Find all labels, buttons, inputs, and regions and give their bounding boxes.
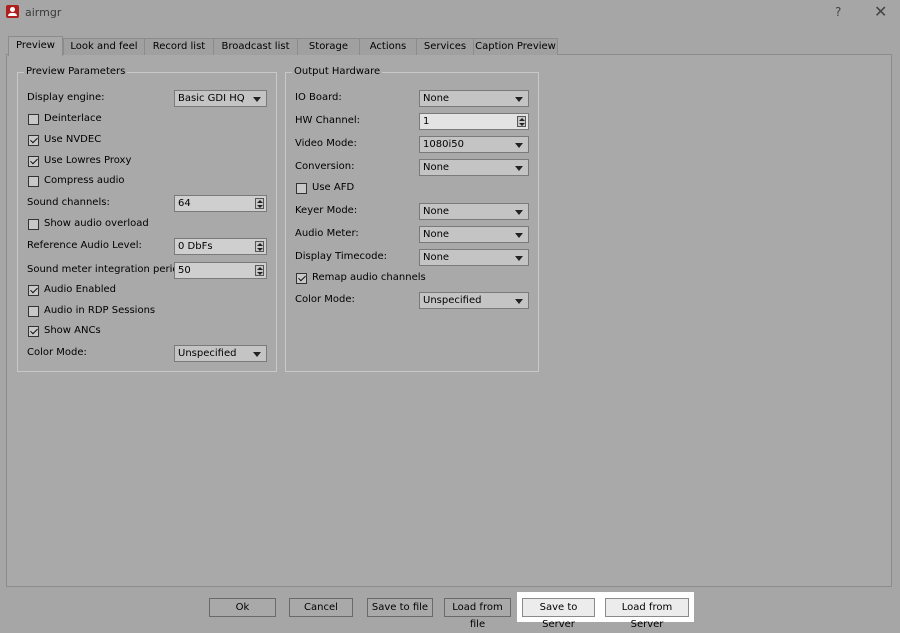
checkbox-checked-icon	[296, 273, 307, 284]
checkbox-checked-icon	[28, 156, 39, 167]
color-mode-select[interactable]: Unspecified	[174, 345, 267, 362]
output-color-mode-value: Unspecified	[423, 295, 482, 306]
app-logo-icon	[6, 5, 19, 18]
audio-rdp-label: Audio in RDP Sessions	[44, 305, 156, 316]
title-bar: airmgr ? ✕	[0, 0, 900, 26]
chevron-down-icon	[515, 299, 523, 304]
spin-arrows-icon[interactable]	[255, 265, 264, 276]
load-from-server-button[interactable]: Load from Server	[605, 598, 689, 630]
checkbox-checked-icon	[28, 326, 39, 337]
chevron-down-icon	[515, 210, 523, 215]
color-mode-value: Unspecified	[178, 348, 237, 359]
spin-arrows-icon[interactable]	[517, 116, 526, 127]
display-timecode-value: None	[423, 252, 450, 263]
tab-actions[interactable]: Actions	[359, 38, 417, 55]
io-board-label: IO Board:	[295, 92, 342, 103]
checkbox-box	[296, 183, 307, 194]
deinterlace-label: Deinterlace	[44, 113, 102, 124]
tab-broadcast-list[interactable]: Broadcast list	[213, 38, 298, 55]
tab-panel-preview: Preview Parameters Display engine: Basic…	[6, 54, 892, 587]
checkbox-box	[28, 219, 39, 230]
tab-look-and-feel[interactable]: Look and feel	[63, 38, 145, 55]
close-icon[interactable]: ✕	[874, 2, 887, 21]
output-color-mode-label: Color Mode:	[295, 294, 355, 305]
reference-audio-label: Reference Audio Level:	[27, 240, 142, 251]
sound-channels-label: Sound channels:	[27, 197, 110, 208]
chevron-down-icon	[515, 97, 523, 102]
keyer-mode-value: None	[423, 206, 450, 217]
sound-meter-value: 50	[178, 265, 191, 276]
audio-meter-label: Audio Meter:	[295, 228, 359, 239]
display-timecode-label: Display Timecode:	[295, 251, 387, 262]
checkbox-box	[28, 306, 39, 317]
chevron-down-icon	[253, 352, 261, 357]
video-mode-select[interactable]: 1080i50	[419, 136, 529, 153]
checkbox-box	[28, 176, 39, 187]
audio-meter-value: None	[423, 229, 450, 240]
conversion-select[interactable]: None	[419, 159, 529, 176]
hw-channel-value: 1	[423, 116, 430, 127]
chevron-down-icon	[515, 233, 523, 238]
hw-channel-label: HW Channel:	[295, 115, 361, 126]
tab-preview[interactable]: Preview	[8, 36, 63, 56]
output-color-mode-select[interactable]: Unspecified	[419, 292, 529, 309]
tab-caption-preview[interactable]: Caption Preview	[473, 38, 558, 55]
video-mode-label: Video Mode:	[295, 138, 357, 149]
checkbox-box	[28, 114, 39, 125]
video-mode-value: 1080i50	[423, 139, 464, 150]
save-to-file-button[interactable]: Save to file	[367, 598, 433, 617]
conversion-label: Conversion:	[295, 161, 355, 172]
keyer-mode-select[interactable]: None	[419, 203, 529, 220]
reference-audio-value: 0 DbFs	[178, 241, 213, 252]
io-board-select[interactable]: None	[419, 90, 529, 107]
remap-audio-label: Remap audio channels	[312, 272, 426, 283]
keyer-mode-label: Keyer Mode:	[295, 205, 358, 216]
display-engine-value: Basic GDI HQ	[178, 93, 245, 104]
hw-channel-spinbox[interactable]: 1	[419, 113, 529, 130]
tab-services[interactable]: Services	[416, 38, 474, 55]
tab-storage[interactable]: Storage	[297, 38, 360, 55]
chevron-down-icon	[515, 256, 523, 261]
show-ancs-label: Show ANCs	[44, 325, 101, 336]
tab-record-list[interactable]: Record list	[144, 38, 214, 55]
window-title: airmgr	[25, 6, 62, 19]
spin-arrows-icon[interactable]	[255, 198, 264, 209]
checkbox-checked-icon	[28, 285, 39, 296]
compress-audio-label: Compress audio	[44, 175, 125, 186]
io-board-value: None	[423, 93, 450, 104]
sound-meter-spinbox[interactable]: 50	[174, 262, 267, 279]
preview-parameters-group: Preview Parameters Display engine: Basic…	[17, 66, 277, 372]
show-audio-overload-label: Show audio overload	[44, 218, 149, 229]
use-lowres-label: Use Lowres Proxy	[44, 155, 132, 166]
preview-parameters-title: Preview Parameters	[24, 66, 128, 77]
display-engine-select[interactable]: Basic GDI HQ	[174, 90, 267, 107]
sound-meter-label: Sound meter integration period:	[27, 264, 189, 275]
sound-channels-value: 64	[178, 198, 191, 209]
ok-button[interactable]: Ok	[209, 598, 276, 617]
display-timecode-select[interactable]: None	[419, 249, 529, 266]
chevron-down-icon	[253, 97, 261, 102]
save-to-server-button[interactable]: Save to Server	[522, 598, 595, 630]
checkbox-checked-icon	[28, 135, 39, 146]
cancel-button[interactable]: Cancel	[289, 598, 353, 617]
reference-audio-spinbox[interactable]: 0 DbFs	[174, 238, 267, 255]
load-from-file-button[interactable]: Load from file	[444, 598, 511, 630]
output-hardware-title: Output Hardware	[292, 66, 383, 77]
conversion-value: None	[423, 162, 450, 173]
display-engine-label: Display engine:	[27, 92, 105, 103]
sound-channels-spinbox[interactable]: 64	[174, 195, 267, 212]
chevron-down-icon	[515, 143, 523, 148]
use-nvdec-label: Use NVDEC	[44, 134, 102, 145]
color-mode-label: Color Mode:	[27, 347, 87, 358]
chevron-down-icon	[515, 166, 523, 171]
spin-arrows-icon[interactable]	[255, 241, 264, 252]
audio-enabled-label: Audio Enabled	[44, 284, 117, 295]
help-button[interactable]: ?	[835, 5, 841, 19]
use-afd-label: Use AFD	[312, 182, 355, 193]
output-hardware-group: Output Hardware IO Board: None HW Channe…	[285, 66, 539, 372]
audio-meter-select[interactable]: None	[419, 226, 529, 243]
